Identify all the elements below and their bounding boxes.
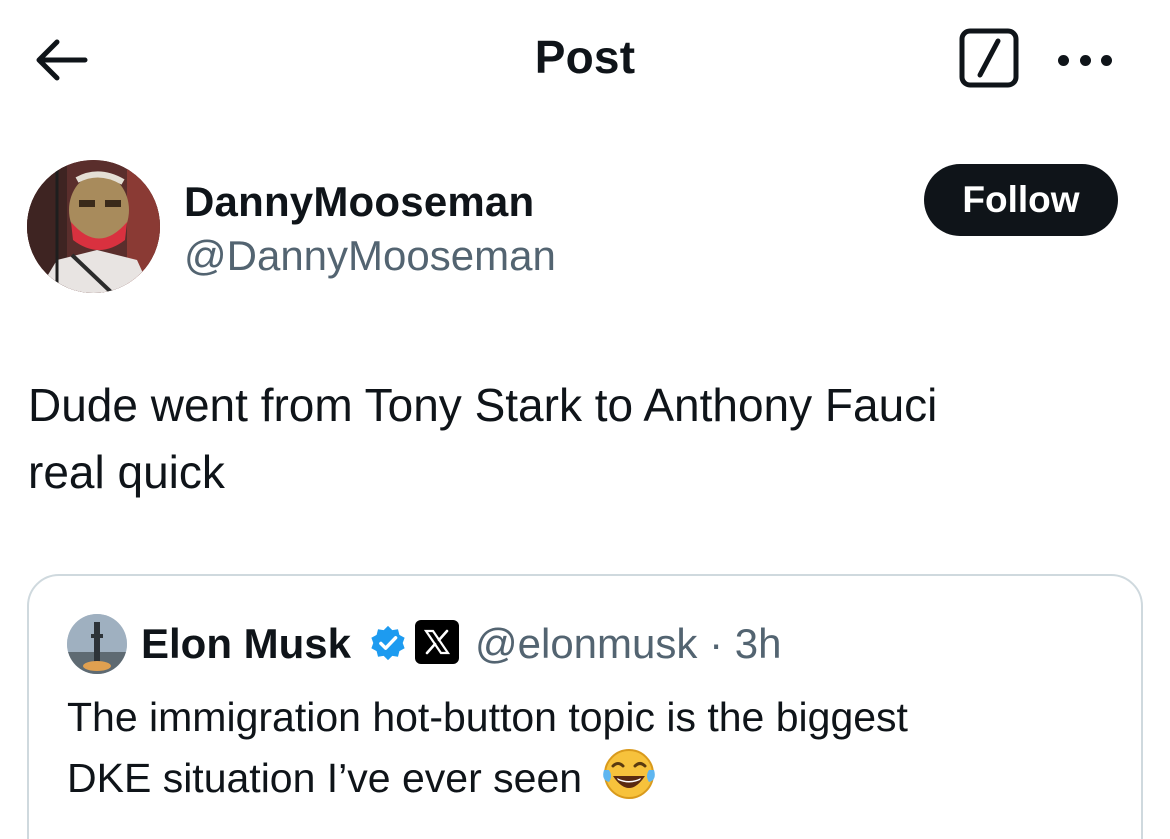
author-display-name[interactable]: DannyMooseman xyxy=(184,178,534,226)
avatar-image xyxy=(27,160,160,293)
quoted-meta: @elonmusk · 3h xyxy=(475,620,781,668)
quoted-text-line: The immigration hot-button topic is the … xyxy=(67,694,908,740)
quoted-display-name: Elon Musk xyxy=(141,620,352,667)
author-handle[interactable]: @DannyMooseman xyxy=(184,232,556,280)
meta-separator: · xyxy=(709,620,724,667)
x-logo-icon xyxy=(423,629,451,655)
post-body: Dude went from Tony Stark to Anthony Fau… xyxy=(28,372,1128,506)
quoted-avatar-image xyxy=(67,614,127,674)
ellipsis-icon-dot xyxy=(1101,54,1112,66)
ellipsis-icon-dot xyxy=(1058,54,1069,66)
face-with-tears-of-joy-icon xyxy=(603,749,656,799)
quoted-post-body: The immigration hot-button topic is the … xyxy=(67,688,1107,807)
quoted-text-line-2: DKE situation I’ve ever seen xyxy=(67,746,1107,807)
post-author: DannyMooseman @DannyMooseman Follow xyxy=(0,140,1170,310)
quoted-handle: @elonmusk xyxy=(475,620,698,667)
top-bar: Post xyxy=(0,0,1170,120)
follow-button[interactable]: Follow xyxy=(924,164,1118,236)
verified-badge-icon xyxy=(371,625,405,661)
quoted-avatar[interactable] xyxy=(67,614,127,674)
grok-button[interactable] xyxy=(958,27,1020,89)
avatar[interactable] xyxy=(27,160,160,293)
quoted-text-line: DKE situation I’ve ever seen xyxy=(67,755,583,801)
more-options-button[interactable] xyxy=(1052,40,1118,80)
quoted-timestamp[interactable]: 3h xyxy=(735,620,782,667)
x-affiliation-icon xyxy=(415,620,459,664)
post-text-line: Dude went from Tony Stark to Anthony Fau… xyxy=(28,379,938,431)
quoted-post-card[interactable]: Elon Musk @elonmusk · 3h The immigration… xyxy=(27,574,1143,839)
ellipsis-icon-dot xyxy=(1079,54,1091,66)
post-text-line: real quick xyxy=(28,446,225,498)
grok-slash-icon xyxy=(959,28,1019,88)
